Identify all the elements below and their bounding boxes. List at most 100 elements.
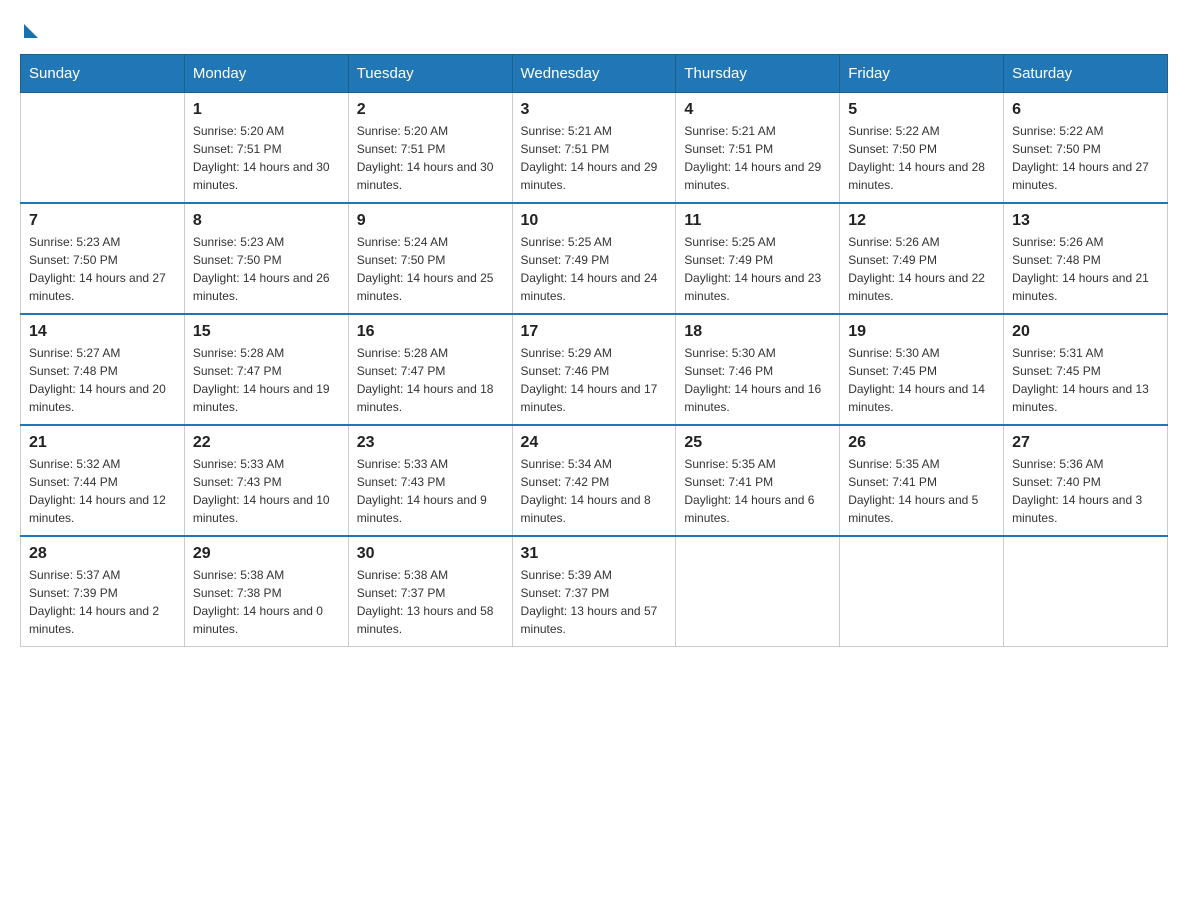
day-info: Sunrise: 5:22 AMSunset: 7:50 PMDaylight:… xyxy=(848,122,995,194)
day-number: 13 xyxy=(1012,212,1159,230)
day-number: 29 xyxy=(193,545,340,563)
calendar-table: SundayMondayTuesdayWednesdayThursdayFrid… xyxy=(20,54,1168,647)
calendar-cell: 16 Sunrise: 5:28 AMSunset: 7:47 PMDayligh… xyxy=(348,314,512,425)
calendar-week-row: 28 Sunrise: 5:37 AMSunset: 7:39 PMDayligh… xyxy=(21,536,1168,647)
calendar-week-row: 1 Sunrise: 5:20 AMSunset: 7:51 PMDaylight… xyxy=(21,93,1168,204)
day-number: 24 xyxy=(521,434,668,452)
calendar-cell xyxy=(676,536,840,647)
weekday-header-sunday: Sunday xyxy=(21,55,185,93)
logo xyxy=(20,20,38,38)
calendar-cell: 24 Sunrise: 5:34 AMSunset: 7:42 PMDayligh… xyxy=(512,425,676,536)
calendar-cell: 2Sunrise: 5:20 AMSunset: 7:51 PMDaylight… xyxy=(348,93,512,204)
day-info: Sunrise: 5:32 AMSunset: 7:44 PMDaylight:… xyxy=(29,455,176,527)
day-number: 22 xyxy=(193,434,340,452)
calendar-cell: 17 Sunrise: 5:29 AMSunset: 7:46 PMDayligh… xyxy=(512,314,676,425)
day-number: 28 xyxy=(29,545,176,563)
day-number: 16 xyxy=(357,323,504,341)
day-info: Sunrise: 5:30 AMSunset: 7:46 PMDaylight:… xyxy=(684,344,831,416)
day-info: Sunrise: 5:28 AMSunset: 7:47 PMDaylight:… xyxy=(193,344,340,416)
day-number: 1 xyxy=(193,101,340,119)
day-number: 21 xyxy=(29,434,176,452)
day-number: 14 xyxy=(29,323,176,341)
day-number: 23 xyxy=(357,434,504,452)
day-number: 25 xyxy=(684,434,831,452)
calendar-cell: 8 Sunrise: 5:23 AMSunset: 7:50 PMDaylight… xyxy=(184,203,348,314)
day-info: Sunrise: 5:23 AMSunset: 7:50 PMDaylight:… xyxy=(29,233,176,305)
calendar-cell: 18Sunrise: 5:30 AMSunset: 7:46 PMDayligh… xyxy=(676,314,840,425)
day-info: Sunrise: 5:37 AMSunset: 7:39 PMDaylight:… xyxy=(29,566,176,638)
day-info: Sunrise: 5:39 AMSunset: 7:37 PMDaylight:… xyxy=(521,566,668,638)
day-number: 15 xyxy=(193,323,340,341)
calendar-cell: 6 Sunrise: 5:22 AMSunset: 7:50 PMDaylight… xyxy=(1004,93,1168,204)
day-number: 10 xyxy=(521,212,668,230)
day-info: Sunrise: 5:26 AMSunset: 7:49 PMDaylight:… xyxy=(848,233,995,305)
day-info: Sunrise: 5:27 AMSunset: 7:48 PMDaylight:… xyxy=(29,344,176,416)
calendar-cell: 26Sunrise: 5:35 AMSunset: 7:41 PMDayligh… xyxy=(840,425,1004,536)
day-number: 9 xyxy=(357,212,504,230)
calendar-cell: 31 Sunrise: 5:39 AMSunset: 7:37 PMDayligh… xyxy=(512,536,676,647)
day-number: 27 xyxy=(1012,434,1159,452)
calendar-cell xyxy=(840,536,1004,647)
calendar-cell: 15 Sunrise: 5:28 AMSunset: 7:47 PMDayligh… xyxy=(184,314,348,425)
day-info: Sunrise: 5:26 AMSunset: 7:48 PMDaylight:… xyxy=(1012,233,1159,305)
calendar-cell: 5 Sunrise: 5:22 AMSunset: 7:50 PMDaylight… xyxy=(840,93,1004,204)
day-info: Sunrise: 5:34 AMSunset: 7:42 PMDaylight:… xyxy=(521,455,668,527)
weekday-header-tuesday: Tuesday xyxy=(348,55,512,93)
weekday-header-saturday: Saturday xyxy=(1004,55,1168,93)
day-number: 31 xyxy=(521,545,668,563)
calendar-cell: 7 Sunrise: 5:23 AMSunset: 7:50 PMDaylight… xyxy=(21,203,185,314)
day-number: 3 xyxy=(521,101,668,119)
calendar-header-row: SundayMondayTuesdayWednesdayThursdayFrid… xyxy=(21,55,1168,93)
day-info: Sunrise: 5:38 AMSunset: 7:37 PMDaylight:… xyxy=(357,566,504,638)
calendar-cell: 19Sunrise: 5:30 AMSunset: 7:45 PMDayligh… xyxy=(840,314,1004,425)
calendar-cell: 12 Sunrise: 5:26 AMSunset: 7:49 PMDayligh… xyxy=(840,203,1004,314)
day-number: 4 xyxy=(684,101,831,119)
day-info: Sunrise: 5:22 AMSunset: 7:50 PMDaylight:… xyxy=(1012,122,1159,194)
day-info: Sunrise: 5:33 AMSunset: 7:43 PMDaylight:… xyxy=(357,455,504,527)
calendar-cell: 22 Sunrise: 5:33 AMSunset: 7:43 PMDayligh… xyxy=(184,425,348,536)
weekday-header-thursday: Thursday xyxy=(676,55,840,93)
calendar-cell: 27 Sunrise: 5:36 AMSunset: 7:40 PMDayligh… xyxy=(1004,425,1168,536)
calendar-cell: 21 Sunrise: 5:32 AMSunset: 7:44 PMDayligh… xyxy=(21,425,185,536)
day-info: Sunrise: 5:31 AMSunset: 7:45 PMDaylight:… xyxy=(1012,344,1159,416)
day-number: 11 xyxy=(684,212,831,230)
day-info: Sunrise: 5:29 AMSunset: 7:46 PMDaylight:… xyxy=(521,344,668,416)
day-info: Sunrise: 5:23 AMSunset: 7:50 PMDaylight:… xyxy=(193,233,340,305)
day-number: 8 xyxy=(193,212,340,230)
calendar-cell: 14 Sunrise: 5:27 AMSunset: 7:48 PMDayligh… xyxy=(21,314,185,425)
day-number: 30 xyxy=(357,545,504,563)
day-number: 5 xyxy=(848,101,995,119)
day-number: 20 xyxy=(1012,323,1159,341)
day-info: Sunrise: 5:38 AMSunset: 7:38 PMDaylight:… xyxy=(193,566,340,638)
calendar-cell: 25 Sunrise: 5:35 AMSunset: 7:41 PMDayligh… xyxy=(676,425,840,536)
logo-arrow-icon xyxy=(24,24,38,38)
day-info: Sunrise: 5:33 AMSunset: 7:43 PMDaylight:… xyxy=(193,455,340,527)
weekday-header-monday: Monday xyxy=(184,55,348,93)
calendar-cell: 23 Sunrise: 5:33 AMSunset: 7:43 PMDayligh… xyxy=(348,425,512,536)
day-number: 12 xyxy=(848,212,995,230)
day-info: Sunrise: 5:24 AMSunset: 7:50 PMDaylight:… xyxy=(357,233,504,305)
day-number: 6 xyxy=(1012,101,1159,119)
calendar-week-row: 21 Sunrise: 5:32 AMSunset: 7:44 PMDayligh… xyxy=(21,425,1168,536)
calendar-cell: 3Sunrise: 5:21 AMSunset: 7:51 PMDaylight… xyxy=(512,93,676,204)
day-info: Sunrise: 5:21 AMSunset: 7:51 PMDaylight:… xyxy=(684,122,831,194)
day-info: Sunrise: 5:20 AMSunset: 7:51 PMDaylight:… xyxy=(357,122,504,194)
day-info: Sunrise: 5:35 AMSunset: 7:41 PMDaylight:… xyxy=(684,455,831,527)
calendar-cell: 20 Sunrise: 5:31 AMSunset: 7:45 PMDayligh… xyxy=(1004,314,1168,425)
calendar-cell: 4 Sunrise: 5:21 AMSunset: 7:51 PMDaylight… xyxy=(676,93,840,204)
calendar-week-row: 14 Sunrise: 5:27 AMSunset: 7:48 PMDayligh… xyxy=(21,314,1168,425)
page-header xyxy=(20,20,1168,38)
day-info: Sunrise: 5:36 AMSunset: 7:40 PMDaylight:… xyxy=(1012,455,1159,527)
day-number: 7 xyxy=(29,212,176,230)
day-number: 17 xyxy=(521,323,668,341)
calendar-cell xyxy=(21,93,185,204)
day-info: Sunrise: 5:25 AMSunset: 7:49 PMDaylight:… xyxy=(684,233,831,305)
day-info: Sunrise: 5:28 AMSunset: 7:47 PMDaylight:… xyxy=(357,344,504,416)
calendar-cell: 1 Sunrise: 5:20 AMSunset: 7:51 PMDaylight… xyxy=(184,93,348,204)
weekday-header-friday: Friday xyxy=(840,55,1004,93)
calendar-cell: 13 Sunrise: 5:26 AMSunset: 7:48 PMDayligh… xyxy=(1004,203,1168,314)
day-info: Sunrise: 5:20 AMSunset: 7:51 PMDaylight:… xyxy=(193,122,340,194)
calendar-cell: 9 Sunrise: 5:24 AMSunset: 7:50 PMDaylight… xyxy=(348,203,512,314)
day-info: Sunrise: 5:30 AMSunset: 7:45 PMDaylight:… xyxy=(848,344,995,416)
calendar-cell: 29 Sunrise: 5:38 AMSunset: 7:38 PMDayligh… xyxy=(184,536,348,647)
